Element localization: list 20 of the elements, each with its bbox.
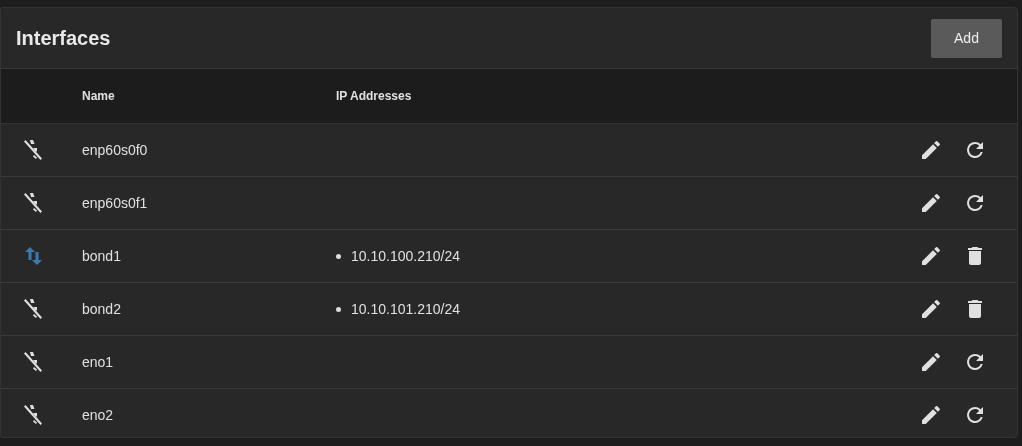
add-button[interactable]: Add <box>931 18 1002 58</box>
interface-name: bond2 <box>82 301 122 317</box>
edit-icon[interactable] <box>919 244 943 268</box>
bullet-icon <box>336 306 341 312</box>
interface-name: bond1 <box>82 248 122 264</box>
ip-address: 10.10.101.210/24 <box>351 301 460 317</box>
edit-icon[interactable] <box>919 297 943 321</box>
interface-name: eno1 <box>82 354 115 370</box>
bullet-icon <box>336 253 341 259</box>
interface-name: enp60s0f1 <box>82 195 149 211</box>
card-title: Interfaces <box>16 26 111 50</box>
ip-address: 10.10.100.210/24 <box>351 248 460 264</box>
interface-name: eno2 <box>82 407 115 423</box>
interface-name: enp60s0f0 <box>82 142 149 158</box>
column-header: IP Addresses <box>336 89 413 103</box>
edit-icon[interactable] <box>919 403 943 427</box>
edit-icon[interactable] <box>919 191 943 215</box>
column-header: Name <box>82 89 116 103</box>
edit-icon[interactable] <box>919 350 943 374</box>
edit-icon[interactable] <box>919 138 943 162</box>
